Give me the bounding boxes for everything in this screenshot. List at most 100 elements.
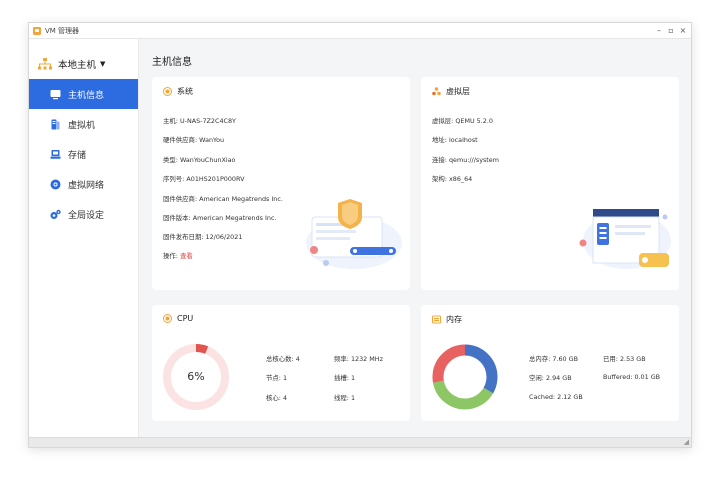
nav-item-vm[interactable]: 虚拟机 [29,109,138,139]
stat-value: 2.53 GB [619,355,646,363]
storage-icon [50,149,61,159]
system-card: 系统 主机: U-NAS-7Z2C4C8Y 硬件供应商: WanYou 类型: … [152,77,410,290]
nav-item-label: 存储 [68,150,87,161]
hypervisor-row-arch: 架构: x86_64 [432,174,472,183]
memory-card: 内存 总内存: 7.60 GB 已用: 2.53 GB 空闲: 2.94 GB … [421,305,679,421]
row-label: 虚拟层: [432,117,454,125]
row-value: x86_64 [448,175,473,183]
row-value: localhost [448,136,478,144]
cpu-usage-label: 6% [187,370,205,383]
system-title-text: 系统 [177,87,193,96]
stat-label: Cached: [529,393,556,401]
memory-title-text: 内存 [446,315,462,324]
memory-stat-cached: Cached: 2.12 GB [529,393,583,401]
host-selector[interactable]: 本地主机 ▼ [29,49,138,79]
nav-item-label: 全局设定 [68,210,105,221]
stat-label: Buffered: [603,373,633,381]
maximize-button[interactable]: ▫ [667,25,675,36]
window-title: VM 管理器 [45,26,80,35]
stat-value: 2.12 GB [557,393,583,401]
app-window: VM 管理器 – ▫ × 本地主机 ▼ 主机信息 虚拟机 存储 虚拟网络 全局设… [28,22,692,448]
status-bar: ◢ [29,437,691,447]
row-value: qemu:///system [448,156,499,164]
stat-value: 2.94 GB [545,374,572,382]
stat-value: 1232 MHz [350,355,383,363]
row-label: 连接: [432,156,447,164]
page-title: 主机信息 [152,57,192,68]
row-value: QEMU 5.2.0 [455,117,493,125]
sun-icon [163,87,172,96]
system-card-title: 系统 [163,86,193,97]
window-controls: – ▫ × [655,25,687,36]
row-label: 地址: [432,136,447,144]
system-row-firmware-date: 固件发布日期: 12/06/2021 [163,232,242,241]
row-value: WanYouChunXiao [179,156,236,164]
cpu-card: CPU 6% 总核心数: 4 频率: 1232 MHz 节点: 1 插槽: 1 … [152,305,410,421]
stat-label: 节点: [266,374,281,382]
stat-label: 线程: [334,394,349,402]
system-row-host: 主机: U-NAS-7Z2C4C8Y [163,116,236,125]
hypervisor-row-address: 地址: localhost [432,135,478,144]
row-value: American Megatrends Inc. [199,195,283,203]
row-label: 架构: [432,175,447,183]
system-illustration [306,199,402,269]
cpu-stat-total-cores: 总核心数: 4 [266,354,300,363]
nav-item-host-info[interactable]: 主机信息 [29,79,138,109]
row-label: 固件发布日期: [163,233,204,241]
memory-card-title: 内存 [432,314,462,325]
nav-item-virtual-network[interactable]: 虚拟网络 [29,169,138,199]
nav-item-label: 虚拟网络 [68,180,105,191]
system-row-type: 类型: WanYouChunXiao [163,155,235,164]
main-content: 主机信息 系统 主机: U-NAS-7Z2C4C8Y 硬件供应商: WanYou… [139,39,691,437]
system-row-firmware-vendor: 固件供应商: American Megatrends Inc. [163,194,283,203]
hypervisor-card: 虚拟层 虚拟层: QEMU 5.2.0 地址: localhost 连接: qe… [421,77,679,290]
close-button[interactable]: × [679,25,687,36]
stat-value: 4 [295,355,300,363]
nav-item-storage[interactable]: 存储 [29,139,138,169]
system-row-action: 操作: 查看 [163,251,193,260]
stat-label: 已用: [603,355,618,363]
stat-value: 7.60 GB [552,355,578,363]
stat-label: 频率: [334,355,349,363]
memory-donut-chart [432,344,498,410]
stat-value: 0.01 GB [634,373,661,381]
gear-icon [50,209,61,219]
memory-stat-free: 空闲: 2.94 GB [529,373,572,382]
resize-grip-icon[interactable]: ◢ [684,438,689,446]
row-value: American Megatrends Inc. [192,214,277,222]
app-icon [33,26,41,35]
row-label: 序列号: [163,175,185,183]
stat-label: 空闲: [529,374,544,382]
system-row-serial: 序列号: A01HS201P000RV [163,174,244,183]
cpu-title-text: CPU [177,314,194,323]
title-bar: VM 管理器 – ▫ × [29,23,691,39]
stat-label: 核心: [266,394,281,402]
hypervisor-card-title: 虚拟层 [432,86,470,97]
server-icon [51,119,60,129]
cpu-stat-nodes: 节点: 1 [266,373,287,382]
stat-value: 1 [350,374,356,382]
stat-value: 4 [282,394,288,402]
row-value: U-NAS-7Z2C4C8Y [179,117,236,125]
host-label: 本地主机 [58,60,97,71]
minimize-button[interactable]: – [655,25,663,36]
memory-stat-buffered: Buffered: 0.01 GB [603,373,660,381]
system-row-vendor: 硬件供应商: WanYou [163,135,224,144]
memory-stat-total: 总内存: 7.60 GB [529,354,578,363]
hypervisor-row-layer: 虚拟层: QEMU 5.2.0 [432,116,493,125]
stat-label: 插槽: [334,374,349,382]
stat-label: 总内存: [529,355,551,363]
view-link[interactable]: 查看 [180,252,193,260]
nav-item-global-settings[interactable]: 全局设定 [29,199,138,229]
cpu-stat-frequency: 频率: 1232 MHz [334,354,383,363]
row-value: 12/06/2021 [205,233,243,241]
hypervisor-row-connection: 连接: qemu:///system [432,155,499,164]
nav-item-label: 主机信息 [68,90,105,101]
hypervisor-illustration [579,209,671,269]
layers-icon [432,87,441,96]
cpu-card-title: CPU [163,314,193,323]
row-label: 固件版本: [163,214,191,222]
cpu-stat-threads: 线程: 1 [334,393,355,402]
stat-value: 1 [350,394,356,402]
row-label: 固件供应商: [163,195,198,203]
